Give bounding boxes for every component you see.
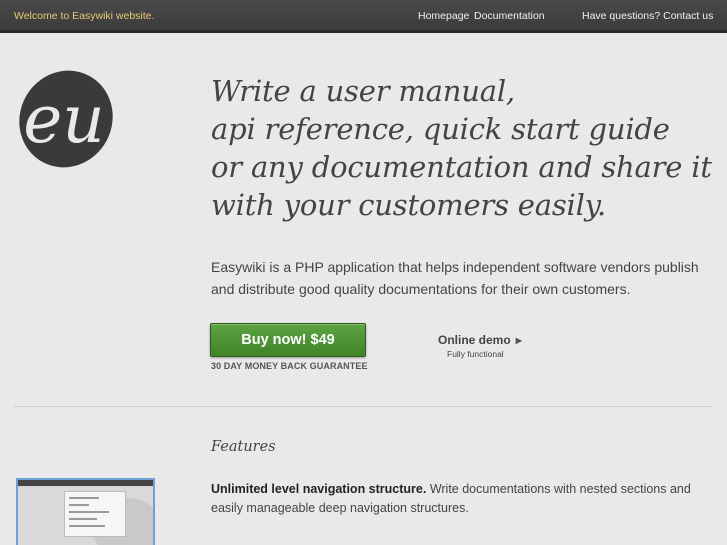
top-bar: Welcome to Easywiki website. Homepage Do… bbox=[0, 0, 727, 33]
welcome-text: Welcome to Easywiki website. bbox=[14, 10, 155, 22]
nav-documentation-link[interactable]: Documentation bbox=[474, 10, 545, 22]
money-back-guarantee: 30 DAY MONEY BACK GUARANTEE bbox=[211, 361, 368, 371]
hero-headline: Write a user manual, api reference, quic… bbox=[211, 72, 721, 224]
nav-contact-link[interactable]: Have questions? Contact us bbox=[582, 10, 713, 22]
intro-paragraph: Easywiki is a PHP application that helps… bbox=[211, 259, 699, 297]
logo-text: eu bbox=[23, 81, 105, 158]
easywiki-logo[interactable]: eu bbox=[14, 68, 114, 172]
nav-homepage-link[interactable]: Homepage bbox=[418, 10, 469, 22]
feature-screenshot-thumbnail[interactable] bbox=[16, 478, 155, 545]
headline-line: api reference, quick start guide bbox=[211, 112, 670, 146]
play-arrow-icon: ▶ bbox=[515, 335, 522, 345]
headline-line: or any documentation and share it bbox=[211, 150, 712, 184]
headline-line: Write a user manual, bbox=[211, 74, 515, 108]
thumbnail-topbar bbox=[18, 480, 153, 486]
online-demo-subtitle: Fully functional bbox=[447, 349, 504, 359]
feature-item: Unlimited level navigation structure. Wr… bbox=[211, 480, 716, 518]
online-demo-link[interactable]: Online demo ▶ bbox=[438, 333, 522, 347]
features-heading: Features bbox=[211, 439, 276, 455]
feature-item-title: Unlimited level navigation structure. bbox=[211, 482, 427, 496]
thumbnail-panel bbox=[64, 491, 126, 537]
online-demo-label: Online demo bbox=[438, 333, 511, 347]
section-divider bbox=[14, 406, 713, 407]
headline-line: with your customers easily. bbox=[211, 188, 607, 222]
buy-now-button[interactable]: Buy now! $49 bbox=[210, 323, 366, 357]
